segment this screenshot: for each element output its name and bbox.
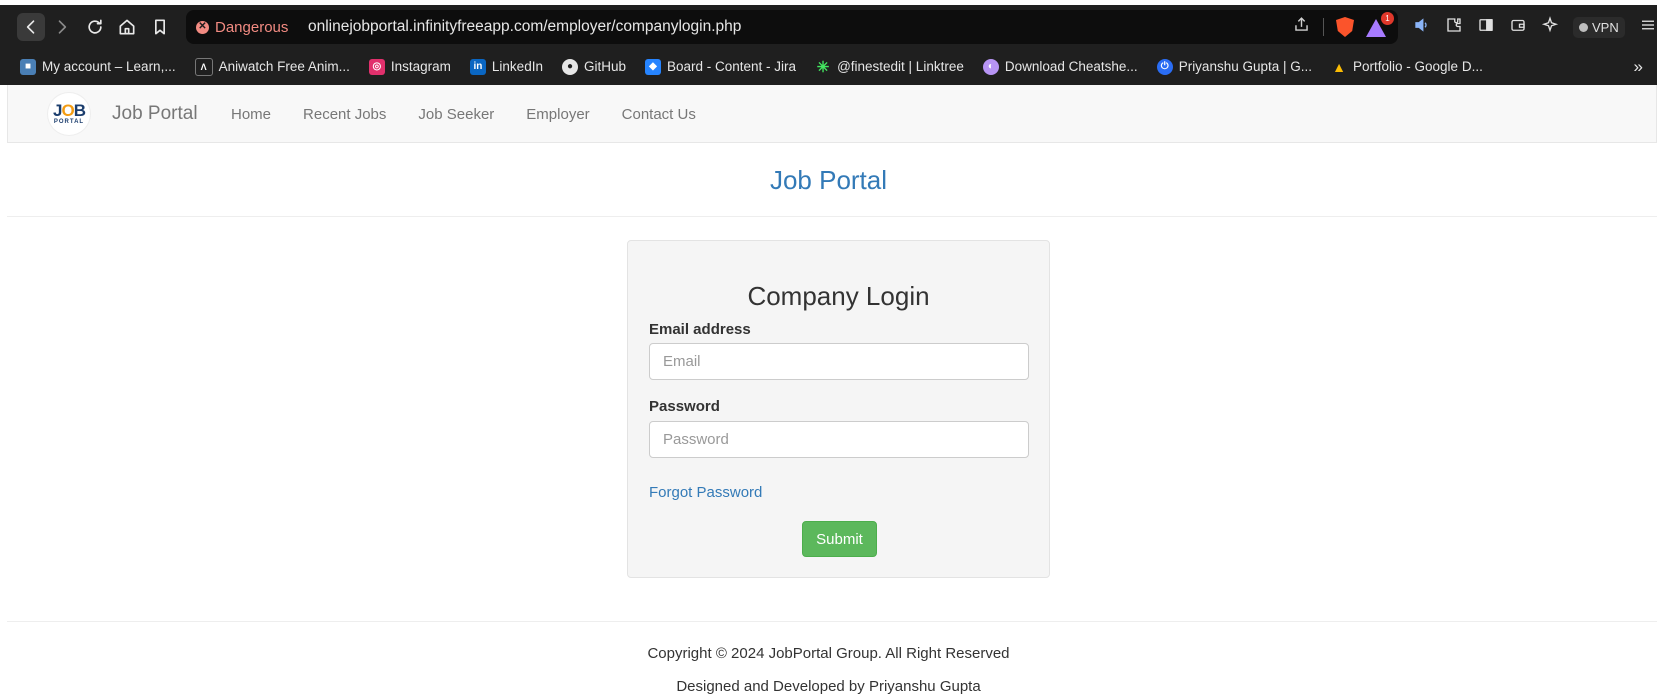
bookmark-item[interactable]: ◐ Download Cheatshe... [982, 58, 1138, 75]
password-label: Password [649, 398, 720, 415]
site-logo[interactable]: JOB PORTAL [48, 93, 90, 135]
bookmark-label: Instagram [390, 59, 451, 74]
leo-ai-button[interactable] [1541, 15, 1559, 39]
bookmark-icon [155, 19, 165, 35]
back-button[interactable] [17, 13, 45, 41]
site-navbar: JOB PORTAL Job Portal Home Recent Jobs J… [7, 85, 1657, 143]
cheatsheet-icon: ◐ [982, 58, 999, 75]
divider [1323, 18, 1324, 36]
bookmark-label: My account – Learn,... [42, 59, 176, 74]
bookmark-label: Aniwatch Free Anim... [218, 59, 350, 74]
bookmark-label: LinkedIn [491, 59, 543, 74]
nav-link-contact-us[interactable]: Contact Us [622, 106, 696, 123]
share-icon [1295, 17, 1308, 31]
browser-chrome: ✕ Dangerous onlinejobportal.infinityfree… [0, 0, 1657, 85]
login-form: Company Login Email address Password For… [627, 240, 1050, 578]
menu-button[interactable] [1639, 16, 1657, 39]
logo-mark: JOB [53, 102, 86, 119]
bookmark-item[interactable]: in LinkedIn [469, 58, 543, 75]
sparkle-icon [1541, 15, 1559, 32]
address-bar-actions: 1 [1292, 10, 1394, 44]
browser-toolbar: ✕ Dangerous onlinejobportal.infinityfree… [0, 5, 1657, 48]
wallet-button[interactable] [1509, 16, 1527, 39]
login-title: Company Login [747, 281, 930, 311]
nav-link-job-seeker[interactable]: Job Seeker [418, 106, 494, 123]
home-icon [119, 19, 135, 35]
wallet-icon [1511, 19, 1525, 31]
speaker-icon [1415, 17, 1427, 32]
bookmark-label: Priyanshu Gupta | G... [1178, 59, 1313, 74]
vpn-status-icon [1579, 22, 1588, 32]
reload-icon [88, 19, 102, 34]
bookmark-label: Download Cheatshe... [1004, 59, 1138, 74]
bookmark-item[interactable]: ● GitHub [561, 58, 626, 75]
extensions-button[interactable] [1445, 16, 1463, 39]
rewards-badge: 1 [1381, 12, 1394, 25]
vpn-label: VPN [1592, 19, 1619, 35]
footer-credit: Designed and Developed by Priyanshu Gupt… [676, 678, 981, 695]
forward-button[interactable] [48, 13, 76, 41]
account-icon: ■ [20, 58, 36, 75]
google-drive-icon: ▲ [1332, 58, 1346, 75]
password-input[interactable] [649, 421, 1029, 458]
chevron-left-icon [26, 20, 35, 34]
bookmark-label: Portfolio - Google D... [1353, 59, 1483, 74]
puzzle-icon [1447, 17, 1461, 32]
divider [7, 621, 1657, 622]
bookmarks-bar: ■ My account – Learn,... Λ Aniwatch Free… [0, 48, 1657, 85]
bookmark-item[interactable]: ⏻ Priyanshu Gupta | G... [1156, 58, 1313, 75]
brave-shields-icon[interactable] [1336, 17, 1354, 37]
submit-button[interactable]: Submit [802, 521, 877, 557]
bookmark-label: Board - Content - Jira [667, 59, 797, 74]
bookmark-item[interactable]: ▲ Portfolio - Google D... [1331, 59, 1483, 75]
reload-button[interactable] [81, 13, 109, 41]
bookmark-label: GitHub [583, 59, 626, 74]
email-input[interactable] [649, 343, 1029, 380]
bookmark-item[interactable]: ◆ Board - Content - Jira [645, 58, 797, 75]
power-icon: ⏻ [1156, 58, 1173, 75]
bookmark-label: @finestedit | Linktree [837, 59, 964, 74]
security-label: Dangerous [215, 18, 289, 36]
bookmark-item[interactable]: ■ My account – Learn,... [20, 58, 176, 75]
github-icon: ● [561, 58, 578, 75]
jira-icon: ◆ [645, 58, 661, 75]
bookmark-item[interactable]: ◎ Instagram [368, 58, 451, 75]
footer-copyright: Copyright © 2024 JobPortal Group. All Ri… [647, 645, 1010, 662]
instagram-icon: ◎ [368, 58, 385, 75]
divider [7, 216, 1657, 217]
forgot-password-link[interactable]: Forgot Password [649, 484, 762, 501]
nav-link-recent-jobs[interactable]: Recent Jobs [303, 106, 386, 123]
page-title: Job Portal [769, 165, 888, 195]
vpn-button[interactable]: VPN [1573, 16, 1625, 38]
email-label: Email address [649, 321, 751, 338]
linktree-icon: ✳ [816, 58, 830, 76]
security-indicator[interactable]: ✕ Dangerous [196, 10, 288, 44]
navbar-brand[interactable]: Job Portal [112, 85, 198, 143]
share-button[interactable] [1292, 15, 1311, 39]
nav-links: Home Recent Jobs Job Seeker Employer Con… [231, 85, 728, 143]
bookmark-item[interactable]: Λ Aniwatch Free Anim... [194, 57, 350, 76]
linkedin-icon: in [469, 58, 486, 75]
address-bar[interactable]: ✕ Dangerous onlinejobportal.infinityfree… [186, 10, 1398, 44]
sidebar-icon [1479, 18, 1493, 31]
sidebar-button[interactable] [1477, 16, 1495, 39]
brave-rewards-button[interactable]: 1 [1366, 12, 1394, 37]
aniwatch-icon: Λ [194, 57, 213, 76]
audio-button[interactable] [1413, 16, 1431, 39]
bookmark-item[interactable]: ✳ @finestedit | Linktree [815, 58, 964, 76]
nav-link-employer[interactable]: Employer [526, 106, 589, 123]
nav-link-home[interactable]: Home [231, 106, 271, 123]
chevron-right-icon [58, 20, 67, 34]
bookmarks-overflow-button[interactable]: » [1634, 48, 1643, 85]
extensions-area: VPN [1413, 10, 1657, 44]
warning-icon: ✕ [196, 20, 209, 34]
url-text[interactable]: onlinejobportal.infinityfreeapp.com/empl… [308, 10, 741, 44]
hamburger-icon [1641, 20, 1654, 29]
home-button[interactable] [113, 13, 141, 41]
bookmark-button[interactable] [146, 13, 174, 41]
logo-subtext: PORTAL [53, 118, 85, 125]
